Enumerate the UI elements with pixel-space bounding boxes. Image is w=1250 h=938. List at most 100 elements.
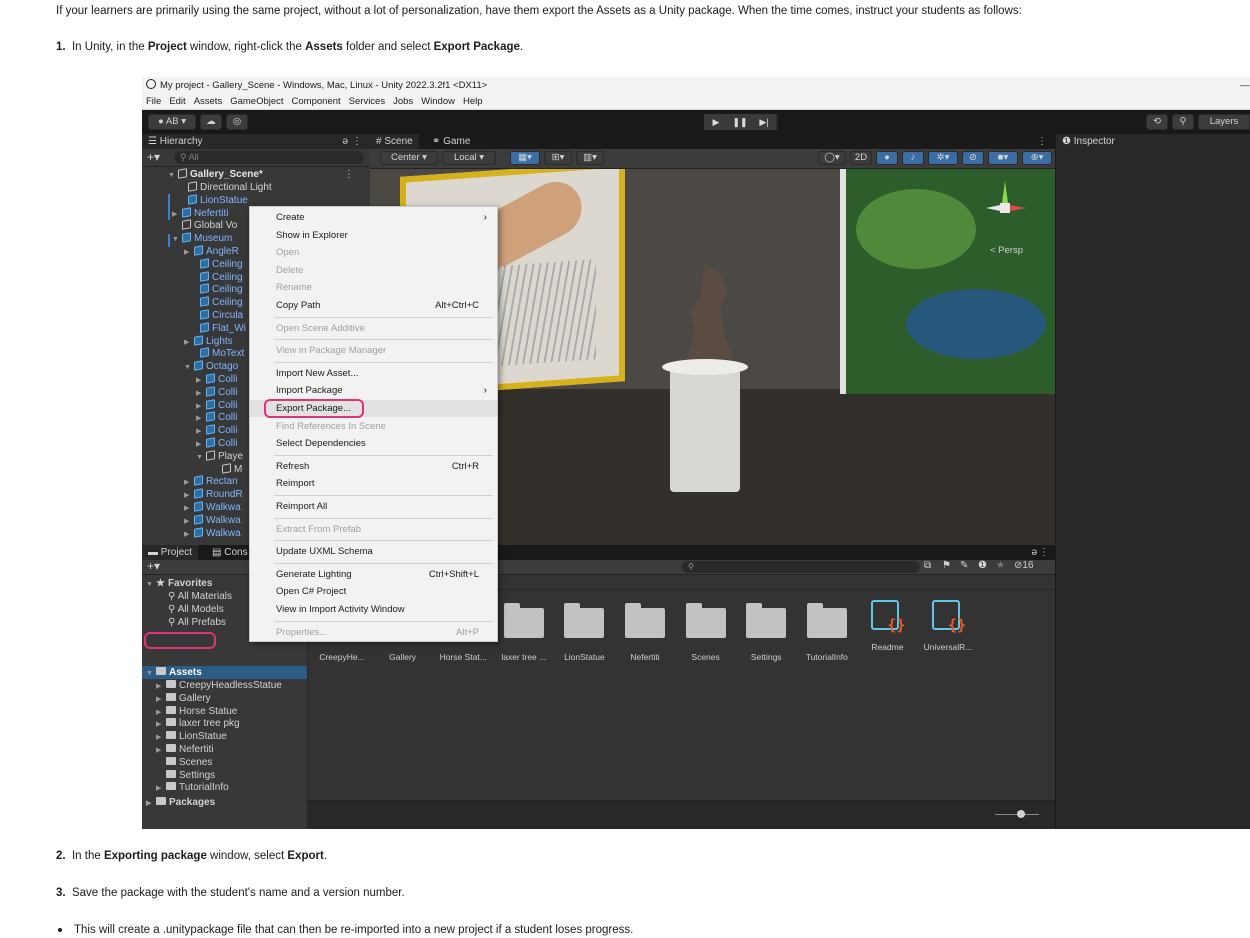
pause-button[interactable]: ❚❚ [728, 114, 752, 130]
gizmo-center-icon[interactable] [1000, 203, 1010, 213]
hierarchy-item[interactable]: ▶ Colli [196, 424, 237, 437]
hierarchy-item[interactable]: Ceiling [190, 270, 243, 284]
menu-window[interactable]: Window [421, 96, 455, 107]
asset-folder-row[interactable]: ▶ CreepyHeadlessStatue [156, 679, 282, 692]
menu-assets[interactable]: Assets [194, 96, 223, 107]
hierarchy-item[interactable]: Flat_Wi [190, 322, 246, 335]
asset-folder-row[interactable]: ▶ LionStatue [156, 730, 227, 743]
tab-hierarchy[interactable]: ☰ Hierarchy ǝ ⋮ [142, 134, 370, 149]
hierarchy-item[interactable]: ▶ Lights [184, 334, 233, 348]
hierarchy-item[interactable]: Ceiling [190, 283, 243, 296]
packages-folder-row[interactable]: ▶ Packages [146, 796, 215, 809]
hierarchy-item[interactable]: ▶ Colli [196, 398, 237, 412]
hierarchy-item[interactable]: ▼ Museum [172, 232, 232, 245]
snap-increment-button[interactable]: ⊞▾ [544, 151, 572, 165]
context-menu-item[interactable]: Select Dependencies [250, 435, 497, 452]
y-axis-icon[interactable] [1002, 181, 1008, 203]
context-menu-item[interactable]: Show in Explorer [250, 227, 497, 244]
hierarchy-item[interactable]: ▼ Octago [184, 360, 238, 373]
hierarchy-item[interactable]: Directional Light [178, 181, 272, 194]
menu-services[interactable]: Services [349, 96, 385, 107]
kebab-menu-icon[interactable]: ⋮ [344, 169, 354, 180]
pivot-center-dropdown[interactable]: Center ▾ [380, 151, 438, 165]
orientation-gizmo[interactable] [986, 179, 1026, 229]
context-menu-item[interactable]: Create › [250, 209, 497, 226]
minimize-icon[interactable]: — [1240, 77, 1250, 94]
lock-icon[interactable]: ǝ [342, 134, 348, 149]
hierarchy-item[interactable]: ▶ Walkwa [184, 514, 241, 527]
favorites-row[interactable]: ▼ ★ Favorites [146, 577, 212, 590]
asset-grid-item[interactable]: LionStatue [554, 603, 614, 668]
favorite-item[interactable]: ⚲ All Materials [168, 590, 232, 603]
hierarchy-item[interactable]: ▶ RoundR [184, 488, 243, 501]
hierarchy-item[interactable]: ▶ AngleR [184, 245, 239, 258]
favorite-item[interactable]: ⚲ All Prefabs [168, 616, 226, 629]
asset-grid-item[interactable]: Scenes [676, 603, 736, 668]
asset-grid-item[interactable]: Nefertiti [615, 603, 675, 668]
draw-mode-button[interactable]: ◯▾ [818, 151, 846, 165]
cloud-button[interactable]: ☁ [200, 114, 222, 130]
asset-folder-row[interactable]: Scenes [156, 756, 212, 769]
hierarchy-item[interactable]: Global Vo [172, 219, 237, 232]
asset-folder-row[interactable]: ▶ Horse Statue [156, 705, 237, 718]
expand-arrow-icon[interactable]: ▼ [184, 361, 194, 374]
expand-arrow-icon[interactable]: ▶ [184, 528, 194, 541]
hidden-packages-toggle[interactable]: ⊘16 [1014, 560, 1034, 571]
add-icon[interactable]: +▾ [147, 560, 160, 573]
layers-dropdown[interactable]: Layers [1198, 114, 1250, 130]
favorite-star-icon[interactable]: ★ [996, 560, 1005, 571]
hierarchy-item[interactable]: Ceiling [190, 296, 243, 309]
tab-scene[interactable]: # Scene [370, 134, 419, 149]
menu-component[interactable]: Component [292, 96, 341, 107]
tab-inspector[interactable]: ❶ Inspector [1056, 134, 1250, 149]
asset-folder-row[interactable]: ▶ laxer tree pkg [156, 717, 240, 730]
grid-snap-button[interactable]: ▦▾ [510, 151, 540, 165]
hierarchy-item[interactable]: ▶ Colli [196, 386, 237, 399]
menu-edit[interactable]: Edit [169, 96, 185, 107]
audio-toggle[interactable]: ♪ [902, 151, 924, 165]
gizmos-dropdown[interactable]: ⊕▾ [1022, 151, 1052, 165]
menu-file[interactable]: File [146, 96, 161, 107]
tab-console[interactable]: ▤ Cons [206, 545, 254, 560]
tab-game[interactable]: ⚭ Game [426, 134, 476, 149]
kebab-menu-icon[interactable]: ⋮ [1037, 134, 1047, 149]
hierarchy-item[interactable]: M [212, 462, 242, 476]
hierarchy-item[interactable]: LionStatue [178, 194, 248, 207]
camera-dropdown[interactable]: ■▾ [988, 151, 1018, 165]
info-icon[interactable]: ❶ [978, 560, 987, 571]
step-button[interactable]: ▶| [752, 114, 776, 130]
context-menu-item[interactable]: Generate Lighting Ctrl+Shift+L [250, 566, 497, 583]
icon-size-slider-knob[interactable] [1017, 810, 1025, 818]
context-menu-item[interactable]: View in Import Activity Window [250, 601, 497, 618]
expand-arrow-icon[interactable]: ▼ [172, 233, 182, 246]
hierarchy-item[interactable]: ▼ Playe [196, 450, 243, 463]
asset-folder-row[interactable]: ▶ TutorialInfo [156, 781, 229, 794]
hierarchy-item[interactable]: MoText [190, 347, 244, 360]
menu-jobs[interactable]: Jobs [393, 96, 413, 107]
context-menu-item[interactable]: Reimport [250, 475, 497, 492]
x-axis-icon[interactable] [1010, 205, 1026, 211]
local-space-dropdown[interactable]: Local ▾ [442, 151, 496, 165]
search-by-type-icon[interactable]: ⧉ [924, 560, 931, 571]
asset-grid-item[interactable]: {} UniversalR... [918, 600, 978, 668]
tab-project[interactable]: ▬ Project [142, 545, 198, 560]
context-menu-item[interactable]: Import Package › [250, 382, 497, 399]
hierarchy-search-input[interactable]: ⚲ All [174, 151, 364, 164]
lighting-toggle[interactable]: ● [876, 151, 898, 165]
menu-gameobject[interactable]: GameObject [230, 96, 283, 107]
effects-dropdown[interactable]: ✲▾ [928, 151, 958, 165]
asset-folder-row[interactable]: ▶ Gallery [156, 692, 211, 705]
play-button[interactable]: ▶ [704, 114, 728, 130]
context-menu-item[interactable]: Copy Path Alt+Ctrl+C [250, 297, 497, 314]
hierarchy-item[interactable]: ▶ Colli [196, 437, 237, 450]
asset-folder-row[interactable]: Settings [156, 769, 215, 782]
services-button[interactable]: ◎ [226, 114, 248, 130]
menu-help[interactable]: Help [463, 96, 483, 107]
expand-arrow-icon[interactable]: ▼ [196, 451, 206, 464]
project-search-input[interactable]: ⚲ [682, 561, 920, 573]
favorite-item[interactable]: ⚲ All Models [168, 603, 224, 616]
neg-x-axis-icon[interactable] [986, 205, 1000, 211]
hierarchy-item[interactable]: ▶ Rectan [184, 475, 238, 488]
account-button[interactable]: ● AB ▾ [148, 114, 196, 130]
asset-grid-item[interactable]: {} Readme [857, 600, 917, 668]
